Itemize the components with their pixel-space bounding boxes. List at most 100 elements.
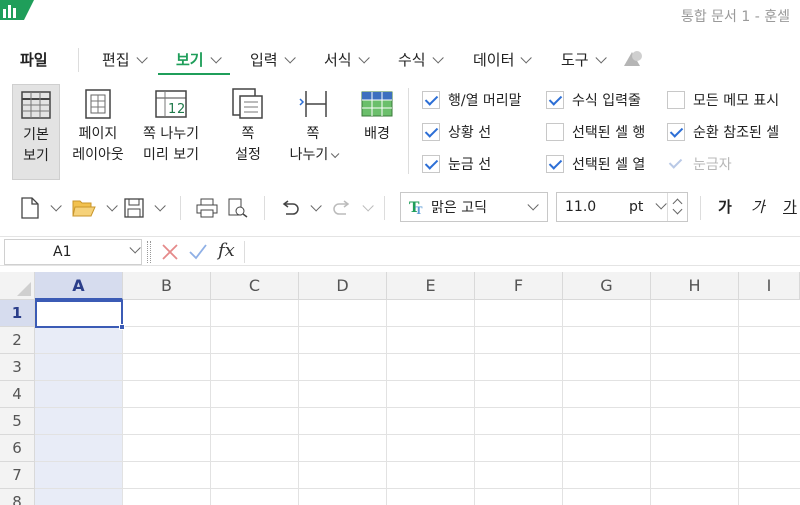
font-size-stepper[interactable]: [667, 193, 687, 221]
row-header[interactable]: 5: [0, 408, 35, 435]
page-break-preview-button[interactable]: 1 2 쪽 나누기 미리 보기: [136, 84, 206, 180]
print-preview-icon: [228, 198, 248, 218]
cell-area[interactable]: [35, 300, 800, 505]
column-header[interactable]: G: [563, 272, 651, 300]
confirm-icon[interactable]: [188, 243, 208, 261]
menu-view[interactable]: 보기: [176, 49, 222, 70]
menu-file[interactable]: 파일: [20, 49, 48, 70]
font-size-field[interactable]: 11.0 pt: [556, 192, 688, 222]
open-button[interactable]: [72, 197, 118, 219]
row-header[interactable]: 8: [0, 489, 35, 505]
background-button[interactable]: 배경: [356, 84, 398, 180]
page-break-icon: [299, 91, 327, 117]
ribbon-divider: [408, 88, 409, 174]
checkbox-box[interactable]: [546, 91, 564, 109]
ribbon-view: 기본 보기 페이지 레이아웃 1 2 쪽 나누기 미리 보기 쪽 설정 쪽 나누…: [0, 80, 800, 184]
checkbox-label: 행/열 머리말: [448, 93, 522, 109]
column-header[interactable]: F: [475, 272, 563, 300]
column-header[interactable]: D: [299, 272, 387, 300]
save-button[interactable]: [124, 197, 166, 219]
page-layout-button[interactable]: 페이지 레이아웃: [66, 84, 130, 180]
chevron-down-icon[interactable]: [129, 242, 141, 254]
checkbox-box[interactable]: [422, 123, 440, 141]
checkbox-circular-reference[interactable]: 순환 참조된 셀: [667, 122, 779, 142]
chevron-down-icon[interactable]: [527, 199, 539, 211]
checkbox-selected-row[interactable]: 선택된 셀 행: [546, 122, 645, 142]
select-all-button[interactable]: [0, 272, 35, 300]
italic-button[interactable]: 가: [751, 196, 765, 217]
chevron-down-icon: [136, 51, 148, 64]
checkbox-status-lines[interactable]: 상황 선: [422, 122, 491, 142]
checkbox-row-col-headers[interactable]: 행/열 머리말: [422, 90, 522, 110]
insert-function-button[interactable]: fx: [218, 240, 235, 261]
column-header[interactable]: H: [651, 272, 739, 300]
active-cell[interactable]: [35, 300, 123, 328]
row-header[interactable]: 2: [0, 327, 35, 354]
chevron-down-icon[interactable]: [655, 198, 667, 210]
truetype-font-icon: T T: [409, 200, 423, 215]
chevron-down-icon[interactable]: [50, 200, 62, 212]
shapes-icon[interactable]: [622, 48, 644, 70]
row-header[interactable]: 4: [0, 381, 35, 408]
name-box[interactable]: A1: [4, 239, 142, 265]
cancel-icon[interactable]: [161, 243, 179, 261]
menu-label: 입력: [250, 51, 278, 69]
checkbox-label: 모든 메모 표시: [693, 93, 780, 109]
menu-format[interactable]: 서식: [324, 49, 370, 70]
column-header[interactable]: E: [387, 272, 475, 300]
button-label-line2-wrap: 나누기: [288, 145, 340, 166]
menu-data[interactable]: 데이터: [473, 49, 533, 70]
menu-formula[interactable]: 수식: [398, 49, 444, 70]
checkbox-box[interactable]: [546, 123, 564, 141]
font-family-select[interactable]: T T 맑은 고딕: [400, 192, 548, 222]
checkbox-box[interactable]: [546, 155, 564, 173]
checkbox-formula-bar[interactable]: 수식 입력줄: [546, 90, 641, 110]
button-label-line2: 나누기: [289, 147, 329, 163]
formula-divider: [244, 241, 245, 263]
print-button[interactable]: [196, 197, 218, 219]
column-header[interactable]: I: [739, 272, 800, 300]
normal-view-button[interactable]: 기본 보기: [12, 84, 60, 180]
fill-handle[interactable]: [119, 324, 125, 330]
font-size-unit: pt: [629, 199, 644, 215]
column-header[interactable]: A: [35, 272, 123, 300]
formula-bar: A1 fx: [0, 236, 800, 266]
page-break-button[interactable]: 쪽 나누기: [288, 84, 340, 180]
checkbox-label: 선택된 셀 행: [572, 125, 646, 141]
checkbox-label: 선택된 셀 열: [572, 157, 646, 173]
chevron-down-icon[interactable]: [310, 200, 322, 212]
menu-tools[interactable]: 도구: [561, 49, 607, 70]
formula-bar-splitter[interactable]: [147, 241, 151, 263]
column-header[interactable]: C: [211, 272, 299, 300]
chevron-down-icon[interactable]: [106, 200, 118, 212]
checkbox-box[interactable]: [422, 91, 440, 109]
menu-insert[interactable]: 입력: [250, 49, 296, 70]
checkbox-box[interactable]: [667, 91, 685, 109]
menu-edit[interactable]: 편집: [102, 49, 148, 70]
row-header[interactable]: 6: [0, 435, 35, 462]
checkbox-box[interactable]: [667, 123, 685, 141]
redo-icon: [333, 200, 350, 215]
checkbox-box[interactable]: [422, 155, 440, 173]
checkbox-gridlines[interactable]: 눈금 선: [422, 154, 491, 174]
row-header[interactable]: 7: [0, 462, 35, 489]
chevron-down-icon[interactable]: [154, 200, 166, 212]
chevron-down-icon[interactable]: [672, 204, 683, 215]
button-label-line1: 쪽 나누기: [143, 126, 199, 142]
save-icon: [124, 198, 144, 218]
menu-bar: 파일 편집 보기 입력 서식 수식 데이터 도구: [0, 40, 800, 76]
underline-button[interactable]: 가: [783, 196, 797, 217]
bold-button[interactable]: 가: [718, 196, 732, 217]
checkbox-label: 순환 참조된 셀: [693, 125, 780, 141]
page-setup-button[interactable]: 쪽 설정: [226, 84, 270, 180]
checkbox-selected-column[interactable]: 선택된 셀 열: [546, 154, 645, 174]
chevron-down-icon: [362, 200, 374, 212]
checkbox-show-all-comments[interactable]: 모든 메모 표시: [667, 90, 779, 110]
new-document-button[interactable]: [20, 197, 62, 219]
row-header[interactable]: 3: [0, 354, 35, 381]
column-header[interactable]: B: [123, 272, 211, 300]
new-document-icon: [21, 197, 39, 219]
undo-button[interactable]: [280, 197, 322, 219]
row-header[interactable]: 1: [0, 300, 35, 327]
print-preview-button[interactable]: [226, 197, 248, 219]
